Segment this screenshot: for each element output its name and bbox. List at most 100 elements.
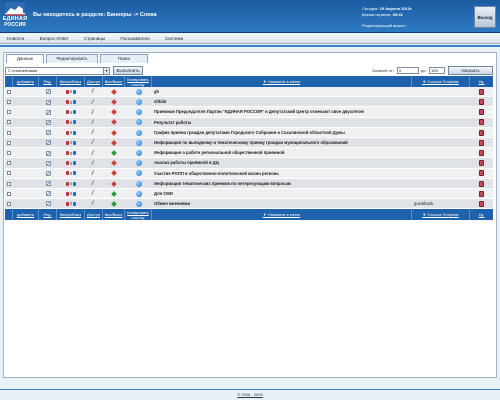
row-access-button[interactable] [85,97,103,107]
row-delete-button[interactable] [470,179,493,189]
row-access-button[interactable] [85,169,103,179]
col-title-footer[interactable]: ▼ Название в меню [152,209,412,221]
row-delete-button[interactable] [470,138,493,148]
row-copy-link[interactable] [125,138,152,148]
move-up-icon[interactable] [66,181,69,186]
col-delete-footer[interactable]: Уд. [470,209,493,220]
row-checkbox[interactable] [5,179,13,189]
row-copy-link[interactable] [125,179,152,189]
row-delete-button[interactable] [470,158,493,168]
row-copy-link[interactable] [125,128,152,138]
row-edit-button[interactable] [39,148,57,158]
tab-data[interactable]: Данные [6,54,44,63]
row-access-button[interactable] [85,128,103,138]
move-up-icon[interactable] [66,171,69,176]
move-down-icon[interactable] [73,191,76,196]
row-onoff-toggle[interactable] [103,87,125,97]
col-onoff[interactable]: Вкл/Выкл [103,76,125,87]
tab-search[interactable]: Поиск [100,54,148,63]
row-delete-button[interactable] [470,128,493,138]
row-checkbox[interactable] [5,189,13,199]
row-access-button[interactable] [85,87,103,97]
move-up-icon[interactable] [66,100,69,105]
move-up-icon[interactable] [66,201,69,206]
row-copy-link[interactable] [125,199,152,209]
row-edit-button[interactable] [39,199,57,209]
row-onoff-toggle[interactable] [103,148,125,158]
row-checkbox[interactable] [5,107,13,117]
col-link-footer[interactable]: ▼ Ссылка Template [412,209,470,221]
row-delete-button[interactable] [470,189,493,199]
row-title[interactable]: Приемная Председателя Партии "ЕДИНАЯ РОС… [152,107,412,117]
row-title[interactable]: Участие РОПП в общественно-политической … [152,169,412,179]
col-access[interactable]: Доступ [85,76,103,87]
menu-item-users[interactable]: Пользователи [113,34,156,44]
col-edit[interactable]: Ред. [39,76,57,87]
row-onoff-toggle[interactable] [103,128,125,138]
row-access-button[interactable] [85,199,103,209]
move-down-icon[interactable] [73,140,76,145]
row-title[interactable]: Анализ работы приёмной в ДЦ [152,158,412,168]
row-title[interactable]: График приема граждан депутатами Городск… [152,128,412,138]
row-edit-button[interactable] [39,169,57,179]
row-delete-button[interactable] [470,199,493,209]
move-down-icon[interactable] [73,120,76,125]
row-onoff-toggle[interactable] [103,107,125,117]
move-down-icon[interactable] [73,151,76,156]
row-edit-button[interactable] [39,138,57,148]
move-up-icon[interactable] [66,89,69,94]
menu-item-pages[interactable]: Страницы [77,34,112,44]
row-title[interactable]: gh [152,87,412,97]
move-down-icon[interactable] [73,130,76,135]
records-from-input[interactable]: 0 [397,67,419,74]
exit-button[interactable]: Выход [474,6,496,28]
col-access-footer[interactable]: Доступ [85,209,103,221]
row-checkbox[interactable] [5,118,13,128]
row-edit-button[interactable] [39,158,57,168]
move-down-icon[interactable] [73,161,76,166]
move-up-icon[interactable] [66,161,69,166]
move-down-icon[interactable] [73,181,76,186]
row-delete-button[interactable] [470,87,493,97]
row-title[interactable]: Информация тематических приемов по интер… [152,179,412,189]
col-copy-footer[interactable]: Копировать ссылку [125,209,152,221]
row-edit-button[interactable] [39,87,57,97]
row-onoff-toggle[interactable] [103,169,125,179]
row-copy-link[interactable] [125,189,152,199]
col-edit-footer[interactable]: Ред. [39,209,57,221]
col-link[interactable]: ▼ Ссылка Template [412,76,470,87]
row-checkbox[interactable] [5,158,13,168]
tab-edit[interactable]: Редактировать [46,54,98,63]
row-edit-button[interactable] [39,107,57,117]
row-checkbox[interactable] [5,138,13,148]
copyright[interactable]: © 2006 - 2009 [0,392,500,397]
move-down-icon[interactable] [73,89,76,94]
row-onoff-toggle[interactable] [103,189,125,199]
row-onoff-toggle[interactable] [103,118,125,128]
row-access-button[interactable] [85,138,103,148]
show-button[interactable]: показать [448,66,493,75]
row-access-button[interactable] [85,118,103,128]
menu-item-system[interactable]: Система [158,34,190,44]
row-onoff-toggle[interactable] [103,199,125,209]
col-title[interactable]: ▼ Название в меню [152,76,412,87]
row-delete-button[interactable] [470,107,493,117]
row-copy-link[interactable] [125,107,152,117]
row-copy-link[interactable] [125,118,152,128]
menu-item-news[interactable]: Новости [0,34,31,44]
row-onoff-toggle[interactable] [103,138,125,148]
row-title[interactable]: Информация о работе региональной обществ… [152,148,412,158]
row-access-button[interactable] [85,148,103,158]
row-edit-button[interactable] [39,128,57,138]
col-updown-footer[interactable]: Вверх/Вниз [57,209,85,221]
col-add-footer[interactable]: добавить [13,209,39,221]
move-up-icon[interactable] [66,120,69,125]
col-delete[interactable]: Уд. [470,76,493,87]
row-title[interactable]: Для СМИ [152,189,412,199]
move-up-icon[interactable] [66,140,69,145]
row-onoff-toggle[interactable] [103,97,125,107]
row-copy-link[interactable] [125,97,152,107]
records-to-input[interactable]: 100 [429,67,445,74]
move-down-icon[interactable] [73,171,76,176]
menu-item-qa[interactable]: Вопрос-Ответ [33,34,76,44]
